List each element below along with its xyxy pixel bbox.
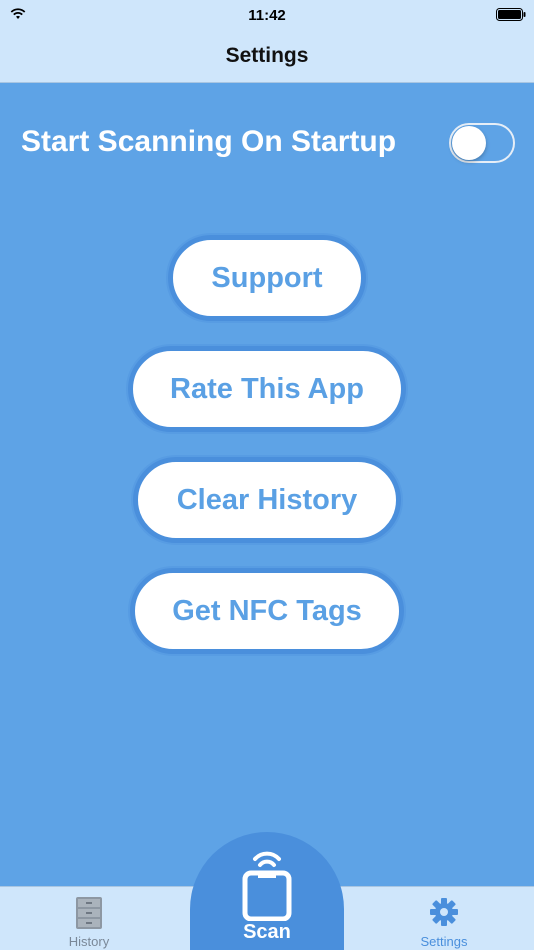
gear-icon — [430, 898, 458, 926]
tab-history[interactable]: History — [29, 887, 149, 950]
startup-scan-label: Start Scanning On Startup — [21, 125, 397, 158]
clear-history-button[interactable]: Clear History — [133, 457, 401, 543]
toggle-knob — [452, 126, 486, 160]
scan-label: Scan — [243, 921, 291, 943]
battery-icon — [496, 8, 526, 21]
support-button[interactable]: Support — [168, 235, 366, 321]
rate-app-button[interactable]: Rate This App — [128, 346, 406, 432]
wifi-icon — [10, 8, 26, 19]
tab-history-label: History — [68, 934, 110, 949]
navigation-bar: Settings — [0, 30, 534, 83]
tab-settings[interactable]: Settings — [384, 887, 504, 950]
status-bar: 11:42 — [0, 0, 534, 30]
nfc-phone-icon — [242, 851, 292, 921]
cabinet-icon — [76, 897, 102, 929]
tab-settings-label: Settings — [420, 934, 468, 949]
status-time: 11:42 — [248, 6, 286, 24]
get-nfc-tags-button[interactable]: Get NFC Tags — [130, 568, 404, 654]
startup-scan-toggle[interactable] — [449, 123, 515, 163]
page-title: Settings — [225, 44, 309, 67]
startup-scan-setting: Start Scanning On Startup — [0, 110, 534, 176]
